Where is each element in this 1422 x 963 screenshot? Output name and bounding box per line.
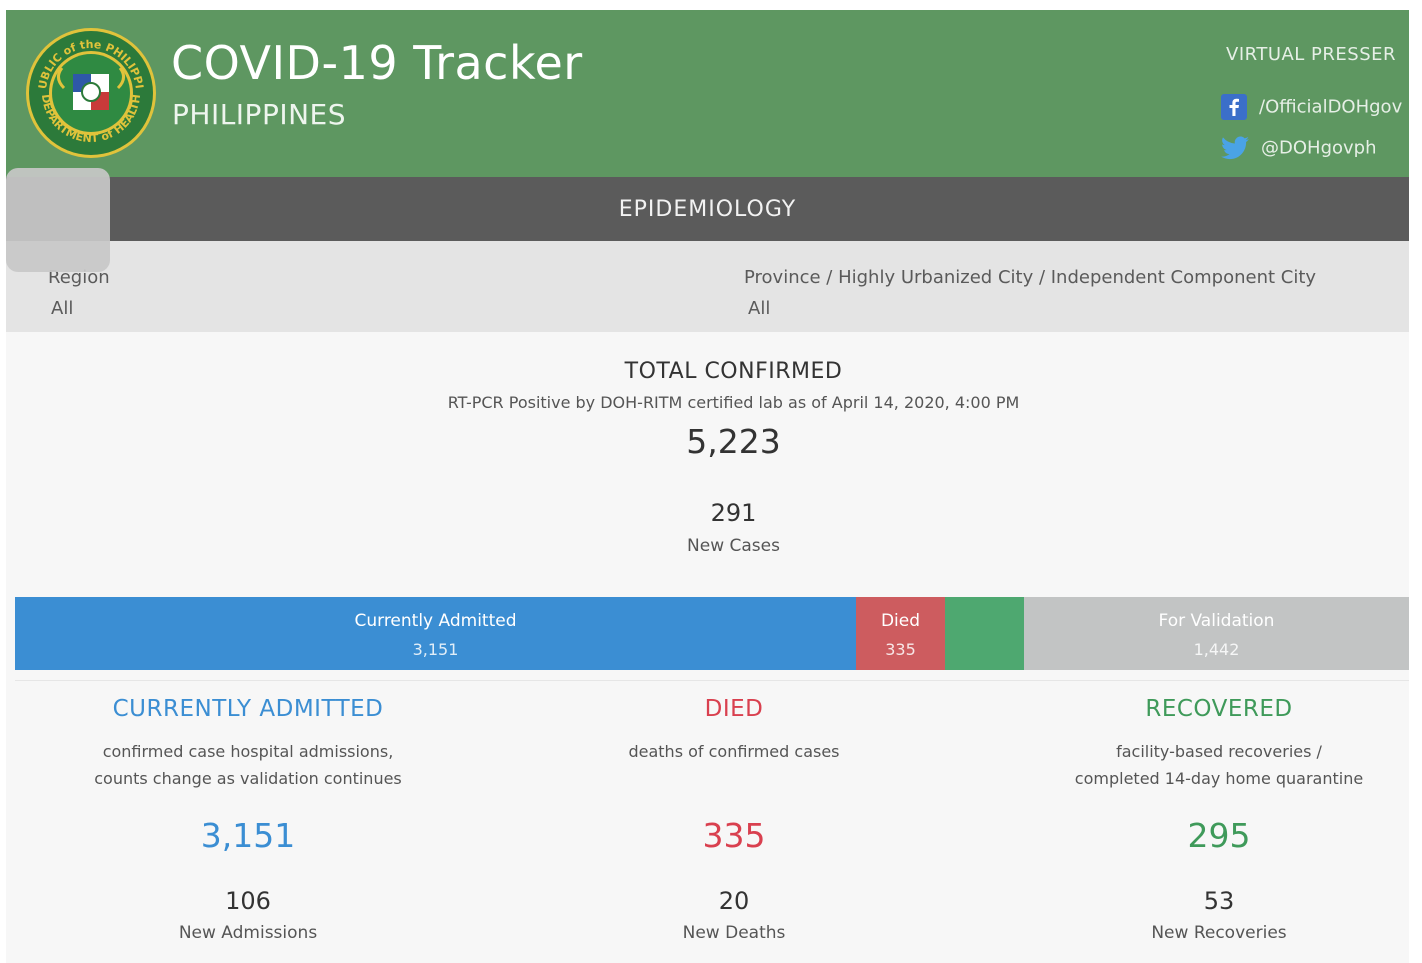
- bar-segment-died[interactable]: Died 335: [856, 597, 945, 670]
- card-new-label: New Recoveries: [1151, 923, 1287, 943]
- card-value: 335: [702, 816, 766, 855]
- card-description: confirmed case hospital admissions,: [102, 742, 394, 761]
- card-title: RECOVERED: [1145, 696, 1293, 722]
- bar-segment-value: 335: [885, 640, 916, 659]
- twitter-handle: @DOHgovph: [1261, 137, 1377, 159]
- bar-segment-currently-admitted[interactable]: Currently Admitted 3,151: [15, 597, 856, 670]
- bar-segment-value: 3,151: [412, 640, 459, 659]
- card-description: facility-based recoveries /: [1116, 742, 1322, 761]
- card-title: CURRENTLY ADMITTED: [112, 696, 384, 722]
- twitter-icon: [1221, 136, 1249, 160]
- card-new-value: 106: [225, 887, 271, 915]
- divider: [15, 680, 1409, 681]
- facebook-link[interactable]: /OfficialDOHgov: [1221, 94, 1402, 120]
- twitter-link[interactable]: @DOHgovph: [1221, 136, 1377, 160]
- header: REPUBLIC of the PHILIPPINES DEPARTMENT o…: [6, 10, 1409, 177]
- card-new-label: New Admissions: [178, 923, 318, 943]
- card-value: 295: [1187, 816, 1251, 855]
- virtual-presser-link[interactable]: VIRTUAL PRESSER: [1226, 44, 1396, 65]
- facebook-handle: /OfficialDOHgov: [1259, 96, 1403, 118]
- bar-segment-label: Died: [880, 611, 921, 631]
- bar-segment-label: For Validation: [1158, 611, 1275, 631]
- region-filter-dropdown[interactable]: All: [51, 298, 73, 319]
- bar-segment-label: Currently Admitted: [354, 611, 517, 631]
- total-confirmed-heading: TOTAL CONFIRMED: [624, 359, 843, 384]
- card-title: DIED: [704, 696, 764, 722]
- card-description: completed 14-day home quarantine: [1074, 769, 1364, 788]
- province-filter-dropdown[interactable]: All: [748, 298, 770, 319]
- new-cases-label: New Cases: [687, 536, 780, 556]
- page-title: COVID-19 Tracker: [171, 36, 583, 90]
- bar-segment-for-validation[interactable]: For Validation 1,442: [1024, 597, 1409, 670]
- section-title: EPIDEMIOLOGY: [618, 197, 797, 222]
- filter-bar: Region All Province / Highly Urbanized C…: [6, 241, 1409, 332]
- total-confirmed-value: 5,223: [686, 422, 781, 461]
- page-subtitle: PHILIPPINES: [172, 98, 346, 131]
- overlay-box: [6, 168, 110, 272]
- new-cases-value: 291: [710, 499, 757, 527]
- card-new-value: 53: [1203, 887, 1235, 915]
- bar-segment-recovered[interactable]: [945, 597, 1024, 670]
- card-new-value: 20: [718, 887, 750, 915]
- card-description: deaths of confirmed cases: [628, 742, 840, 761]
- province-filter-label: Province / Highly Urbanized City / Indep…: [744, 267, 1317, 288]
- card-description: counts change as validation continues: [94, 769, 402, 788]
- card-value: 3,151: [200, 816, 296, 855]
- dashboard-frame: REPUBLIC of the PHILIPPINES DEPARTMENT o…: [6, 10, 1409, 963]
- case-breakdown-bar: Currently Admitted 3,151 Died 335 For Va…: [15, 597, 1409, 670]
- bar-segment-value: 1,442: [1193, 640, 1240, 659]
- facebook-icon: [1221, 94, 1247, 120]
- doh-seal-logo: REPUBLIC of the PHILIPPINES DEPARTMENT o…: [24, 26, 156, 158]
- section-bar: EPIDEMIOLOGY: [6, 177, 1409, 241]
- card-new-label: New Deaths: [682, 923, 786, 943]
- total-confirmed-subheading: RT-PCR Positive by DOH-RITM certified la…: [447, 393, 1020, 412]
